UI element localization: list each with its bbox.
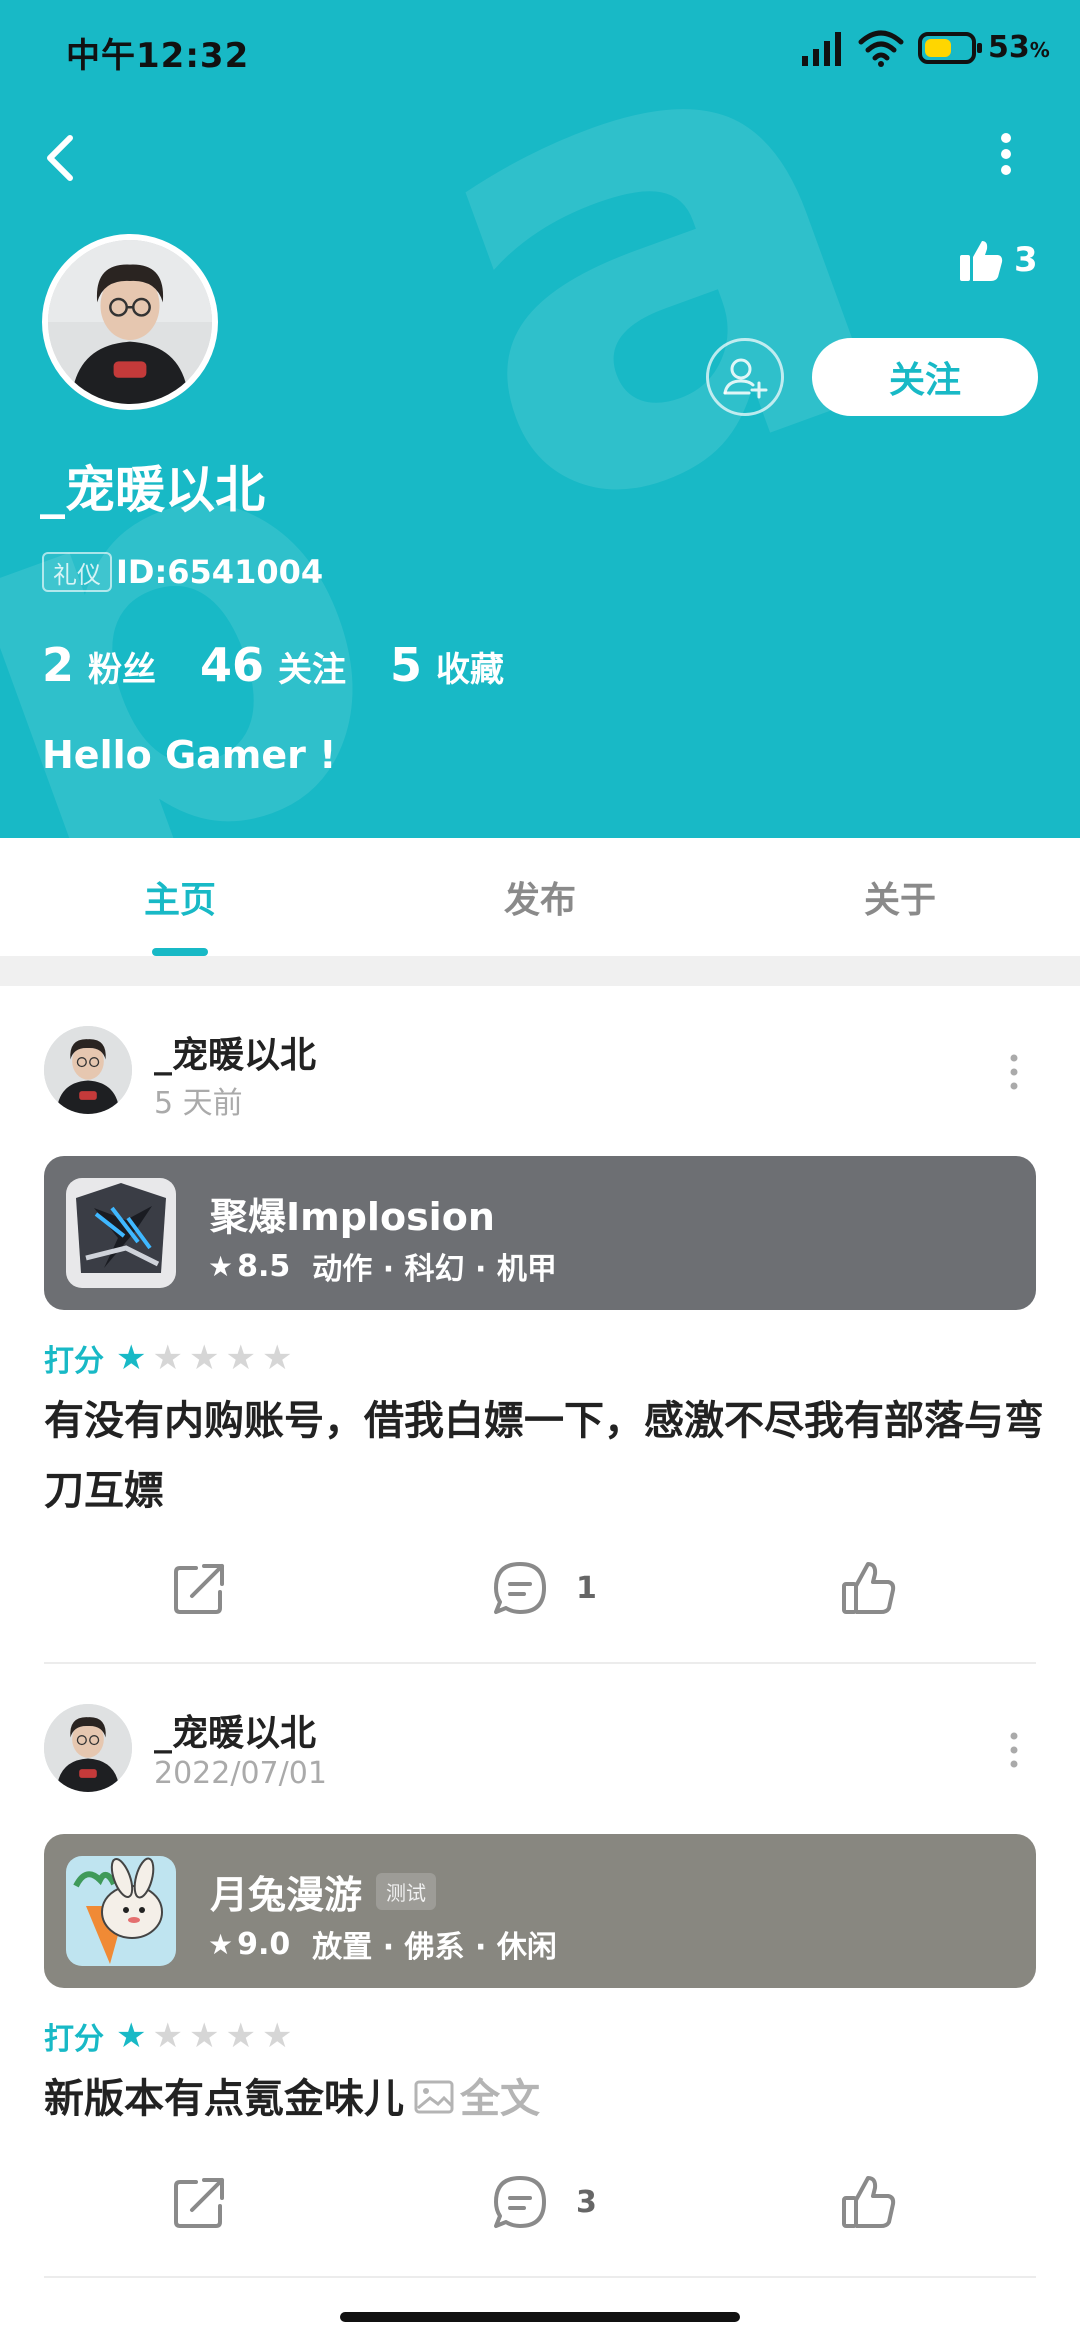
share-icon bbox=[174, 1564, 224, 1614]
game-meta: ★ 9.0 放置 · 佛系 · 休闲 bbox=[208, 1926, 557, 1966]
game-meta: ★ 8.5 动作 · 科幻 · 机甲 bbox=[208, 1248, 557, 1288]
status-time: 中午12:32 bbox=[66, 36, 250, 76]
thumbs-up-icon bbox=[960, 241, 1003, 281]
home-indicator[interactable] bbox=[340, 2312, 740, 2322]
test-tag: 测试 bbox=[376, 1873, 437, 1910]
star-icon: ★ bbox=[116, 2016, 147, 2056]
post-time: 5 天前 bbox=[154, 1086, 243, 1121]
post-author-name[interactable]: _宠暖以北 bbox=[154, 1704, 316, 1756]
image-icon bbox=[414, 2080, 454, 2114]
star-icon: ★ bbox=[152, 1338, 183, 1378]
avatar-photo bbox=[48, 240, 212, 404]
status-bar: 中午12:32 53% bbox=[0, 0, 1080, 100]
likes-counter[interactable]: 3 bbox=[958, 232, 1038, 288]
game-name-with-tag: 月兔漫游 测试 bbox=[210, 1864, 437, 1919]
share-button[interactable] bbox=[170, 2172, 230, 2232]
post-divider bbox=[44, 2276, 1036, 2278]
stat-favorites[interactable]: 5 收藏 bbox=[390, 638, 504, 692]
star-icon: ★ bbox=[261, 1338, 293, 1378]
battery-percent: 53% bbox=[988, 30, 1050, 65]
profile-header: p a 中午12:32 53% 3 关注 _宠暖以北 礼仪 ID:6541004… bbox=[0, 0, 1080, 838]
post-time: 2022/07/01 bbox=[154, 1756, 327, 1791]
post-author-avatar[interactable] bbox=[44, 1026, 132, 1114]
post-divider bbox=[44, 1662, 1036, 1664]
full-text-link[interactable]: 全文 bbox=[460, 2076, 540, 2122]
add-user-icon bbox=[723, 358, 768, 399]
thumbs-up-outline-icon bbox=[842, 2176, 896, 2228]
back-arrow-icon[interactable] bbox=[34, 128, 84, 188]
star-icon: ★ bbox=[208, 1927, 234, 1961]
comment-button[interactable]: 3 bbox=[490, 2172, 597, 2232]
game-card[interactable]: 月兔漫游 测试 ★ 9.0 放置 · 佛系 · 休闲 bbox=[44, 1834, 1036, 1988]
more-vertical-icon[interactable] bbox=[984, 124, 1028, 184]
game-icon-moon-rabbit bbox=[66, 1856, 176, 1966]
etiquette-badge[interactable]: 礼仪 bbox=[42, 552, 112, 592]
star-icon: ★ bbox=[188, 1338, 220, 1378]
profile-tabs: 主页 发布 关于 bbox=[0, 838, 1080, 956]
battery-icon bbox=[918, 32, 982, 64]
comment-icon bbox=[494, 2176, 546, 2228]
star-icon: ★ bbox=[225, 1338, 256, 1378]
comment-button[interactable]: 1 bbox=[490, 1558, 597, 1618]
like-button[interactable] bbox=[838, 2172, 898, 2232]
post-more-icon[interactable] bbox=[1004, 1730, 1024, 1770]
follow-button[interactable]: 关注 bbox=[812, 338, 1038, 416]
avatar[interactable] bbox=[42, 234, 218, 410]
post-text[interactable]: 新版本有点氪金味儿 全文 bbox=[44, 2064, 1044, 2134]
post-rating: 打分 ★ ★ ★ ★ ★ bbox=[44, 2016, 293, 2057]
game-card[interactable]: 聚爆Implosion ★ 8.5 动作 · 科幻 · 机甲 bbox=[44, 1156, 1036, 1310]
tab-about[interactable]: 关于 bbox=[720, 838, 1080, 956]
share-icon bbox=[174, 2178, 224, 2228]
stat-following[interactable]: 46 关注 bbox=[200, 638, 346, 692]
tab-posts[interactable]: 发布 bbox=[360, 838, 720, 956]
star-icon: ★ bbox=[225, 2016, 256, 2056]
avatar-photo bbox=[44, 1026, 132, 1114]
game-name: 聚爆Implosion bbox=[210, 1195, 495, 1239]
star-icon: ★ bbox=[188, 2016, 220, 2056]
tab-home[interactable]: 主页 bbox=[0, 838, 360, 956]
star-icon: ★ bbox=[116, 1338, 147, 1378]
section-divider bbox=[0, 956, 1080, 986]
star-icon: ★ bbox=[152, 2016, 183, 2056]
post-rating: 打分 ★ ★ ★ ★ ★ bbox=[44, 1338, 293, 1379]
active-tab-indicator bbox=[152, 948, 208, 956]
post-more-icon[interactable] bbox=[1004, 1052, 1024, 1092]
avatar-photo bbox=[44, 1704, 132, 1792]
profile-bio: Hello Gamer ! bbox=[42, 733, 337, 777]
wifi-icon bbox=[858, 30, 904, 67]
post-text[interactable]: 有没有内购账号，借我白嫖一下，感激不尽我有部落与弯刀互嫖 bbox=[44, 1386, 1044, 1526]
stat-fans[interactable]: 2 粉丝 bbox=[42, 638, 156, 692]
post-author-name[interactable]: _宠暖以北 bbox=[154, 1026, 316, 1078]
signal-icon bbox=[802, 32, 841, 66]
add-friend-button[interactable] bbox=[706, 338, 784, 416]
share-button[interactable] bbox=[170, 1558, 230, 1618]
profile-username: _宠暖以北 bbox=[40, 461, 265, 519]
star-icon: ★ bbox=[261, 2016, 293, 2056]
post-author-avatar[interactable] bbox=[44, 1704, 132, 1792]
game-name: 月兔漫游 bbox=[210, 1873, 363, 1917]
comment-icon bbox=[494, 1562, 546, 1614]
profile-stats: 2 粉丝 46 关注 5 收藏 bbox=[42, 638, 548, 692]
user-id: ID:6541004 bbox=[116, 553, 324, 591]
like-button[interactable] bbox=[838, 1558, 898, 1618]
thumbs-up-outline-icon bbox=[842, 1562, 896, 1614]
game-icon-implosion bbox=[66, 1178, 176, 1288]
star-icon: ★ bbox=[208, 1249, 234, 1283]
